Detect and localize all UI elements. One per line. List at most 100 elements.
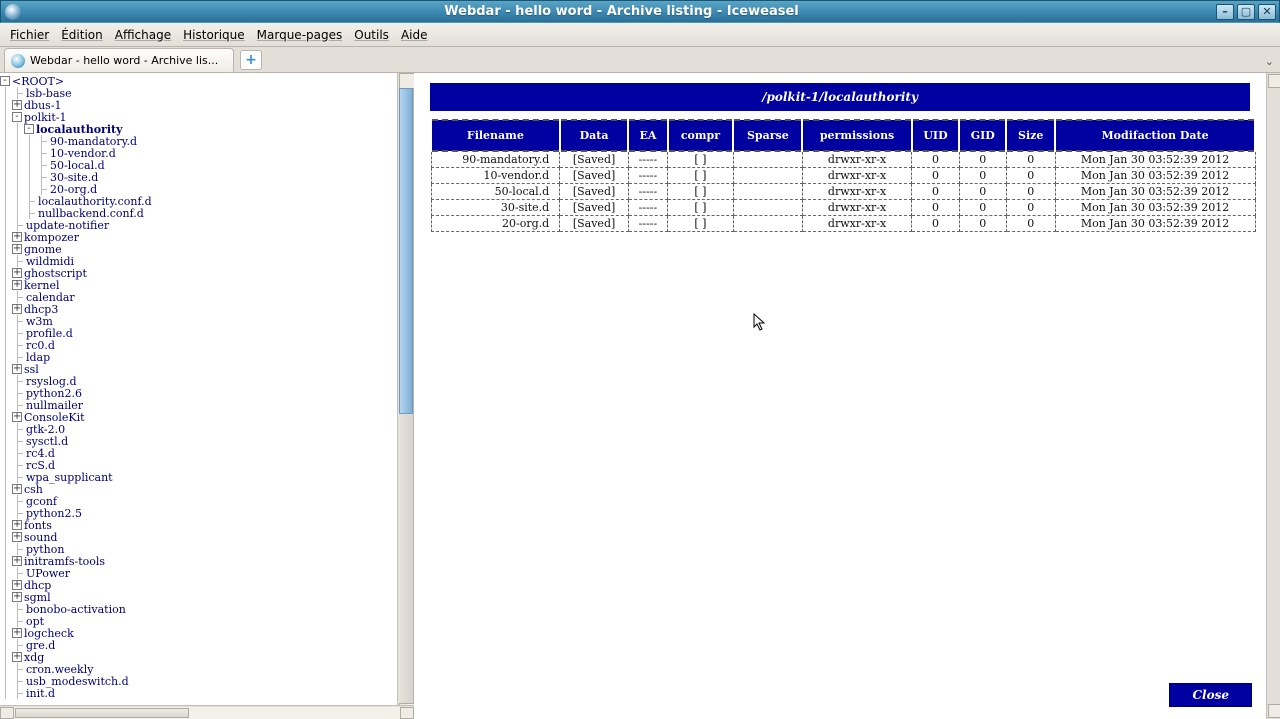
column-header[interactable]: compr xyxy=(668,120,734,151)
tree-row[interactable]: update-notifier xyxy=(0,219,397,231)
tree-row[interactable]: +kernel xyxy=(0,279,397,291)
scroll-right-icon[interactable] xyxy=(400,707,414,719)
minimize-button[interactable]: – xyxy=(1216,4,1234,20)
tree-row[interactable]: -polkit-1 xyxy=(0,111,397,123)
tree-row[interactable]: usb_modeswitch.d xyxy=(0,675,397,687)
expand-icon[interactable]: + xyxy=(12,556,22,566)
tree-row[interactable]: +sound xyxy=(0,531,397,543)
collapse-icon[interactable]: - xyxy=(12,112,22,122)
tree-row[interactable]: localauthority.conf.d xyxy=(0,195,397,207)
tree-row[interactable]: +sgml xyxy=(0,591,397,603)
tree-row[interactable]: +xdg xyxy=(0,651,397,663)
tree-row[interactable]: +ssl xyxy=(0,363,397,375)
tree-row[interactable]: python xyxy=(0,543,397,555)
tree-row[interactable]: +dbus-1 xyxy=(0,99,397,111)
tree-row[interactable]: +kompozer xyxy=(0,231,397,243)
tree-row[interactable]: +dhcp3 xyxy=(0,303,397,315)
tree-row[interactable]: +fonts xyxy=(0,519,397,531)
scrollbar-thumb[interactable] xyxy=(15,708,189,718)
tree-row[interactable]: rc4.d xyxy=(0,447,397,459)
expand-icon[interactable]: + xyxy=(12,532,22,542)
column-header[interactable]: GID xyxy=(959,120,1006,151)
browser-tab[interactable]: Webdar - hello word - Archive lis... xyxy=(4,48,234,72)
tree-row[interactable]: UPower xyxy=(0,567,397,579)
column-header[interactable]: permissions xyxy=(802,120,911,151)
tree-row[interactable]: python2.5 xyxy=(0,507,397,519)
new-tab-button[interactable]: + xyxy=(240,50,262,70)
tree-vertical-scrollbar[interactable] xyxy=(397,73,413,719)
tree-row[interactable]: profile.d xyxy=(0,327,397,339)
tree-row[interactable]: cron.weekly xyxy=(0,663,397,675)
expand-icon[interactable]: + xyxy=(12,100,22,110)
tree-row[interactable]: ldap xyxy=(0,351,397,363)
tree-row[interactable]: 50-local.d xyxy=(0,159,397,171)
tree-row[interactable]: +gnome xyxy=(0,243,397,255)
expand-icon[interactable]: + xyxy=(12,268,22,278)
tree-row[interactable]: nullmailer xyxy=(0,399,397,411)
table-row[interactable]: 30-site.d[Saved]-----[ ]drwxr-xr-x000Mon… xyxy=(431,200,1255,216)
scroll-left-icon[interactable] xyxy=(0,707,14,719)
collapse-icon[interactable]: - xyxy=(24,124,34,134)
tree-pane[interactable]: -<ROOT>lsb-base+dbus-1-polkit-1-localaut… xyxy=(0,73,397,719)
maximize-button[interactable]: ▢ xyxy=(1237,4,1255,20)
table-row[interactable]: 20-org.d[Saved]-----[ ]drwxr-xr-x000Mon … xyxy=(431,216,1255,232)
tree-row[interactable]: +ConsoleKit xyxy=(0,411,397,423)
expand-icon[interactable]: + xyxy=(12,580,22,590)
tree-row[interactable]: sysctl.d xyxy=(0,435,397,447)
column-header[interactable]: UID xyxy=(912,120,959,151)
collapse-icon[interactable]: - xyxy=(0,76,10,86)
expand-icon[interactable]: + xyxy=(12,280,22,290)
tree-row[interactable]: +initramfs-tools xyxy=(0,555,397,567)
tab-overflow-icon[interactable]: ⌄ xyxy=(1265,55,1274,68)
tree-row[interactable]: lsb-base xyxy=(0,87,397,99)
tree-horizontal-scrollbar[interactable] xyxy=(0,705,414,719)
expand-icon[interactable]: + xyxy=(12,520,22,530)
tree-row[interactable]: wpa_supplicant xyxy=(0,471,397,483)
scrollbar-thumb[interactable] xyxy=(399,88,413,414)
table-row[interactable]: 50-local.d[Saved]-----[ ]drwxr-xr-x000Mo… xyxy=(431,184,1255,200)
tree-row[interactable]: -localauthority xyxy=(0,123,397,135)
tree-row[interactable]: python2.6 xyxy=(0,387,397,399)
tree-root[interactable]: -<ROOT> xyxy=(0,75,397,87)
tree-row[interactable]: gre.d xyxy=(0,639,397,651)
tree-row[interactable]: +dhcp xyxy=(0,579,397,591)
content-vertical-scrollbar[interactable] xyxy=(1266,73,1280,719)
menu-item-aide[interactable]: Aide xyxy=(401,28,428,42)
tree-row[interactable]: init.d xyxy=(0,687,397,699)
expand-icon[interactable]: + xyxy=(12,592,22,602)
menu-item-outils[interactable]: Outils xyxy=(354,28,389,42)
close-button[interactable]: Close xyxy=(1169,683,1252,707)
menu-item-affichage[interactable]: Affichage xyxy=(115,28,171,42)
column-header[interactable]: Data xyxy=(560,120,629,151)
expand-icon[interactable]: + xyxy=(12,484,22,494)
expand-icon[interactable]: + xyxy=(12,628,22,638)
menu-item-marque-pages[interactable]: Marque-pages xyxy=(257,28,343,42)
menu-item-édition[interactable]: Édition xyxy=(61,28,103,42)
column-header[interactable]: Sparse xyxy=(733,120,802,151)
table-row[interactable]: 90-mandatory.d[Saved]-----[ ]drwxr-xr-x0… xyxy=(431,151,1255,168)
tree-row[interactable]: gtk-2.0 xyxy=(0,423,397,435)
expand-icon[interactable]: + xyxy=(12,364,22,374)
tree-row[interactable]: +logcheck xyxy=(0,627,397,639)
tree-row[interactable]: calendar xyxy=(0,291,397,303)
tree-row[interactable]: 20-org.d xyxy=(0,183,397,195)
column-header[interactable]: EA xyxy=(628,120,667,151)
expand-icon[interactable]: + xyxy=(12,652,22,662)
tree-row[interactable]: rc0.d xyxy=(0,339,397,351)
expand-icon[interactable]: + xyxy=(12,412,22,422)
tree-row[interactable]: w3m xyxy=(0,315,397,327)
column-header[interactable]: Filename xyxy=(431,120,560,151)
close-window-button[interactable]: ✕ xyxy=(1258,4,1276,20)
tree-row[interactable]: gconf xyxy=(0,495,397,507)
expand-icon[interactable]: + xyxy=(12,304,22,314)
tree-row[interactable]: opt xyxy=(0,615,397,627)
column-header[interactable]: Size xyxy=(1006,120,1055,151)
tree-row[interactable]: +ghostscript xyxy=(0,267,397,279)
tree-row[interactable]: bonobo-activation xyxy=(0,603,397,615)
column-header[interactable]: Modifaction Date xyxy=(1055,120,1255,151)
table-row[interactable]: 10-vendor.d[Saved]-----[ ]drwxr-xr-x000M… xyxy=(431,168,1255,184)
tree-row[interactable]: 90-mandatory.d xyxy=(0,135,397,147)
expand-icon[interactable]: + xyxy=(12,244,22,254)
scrollbar-track[interactable] xyxy=(14,707,400,719)
expand-icon[interactable]: + xyxy=(12,232,22,242)
